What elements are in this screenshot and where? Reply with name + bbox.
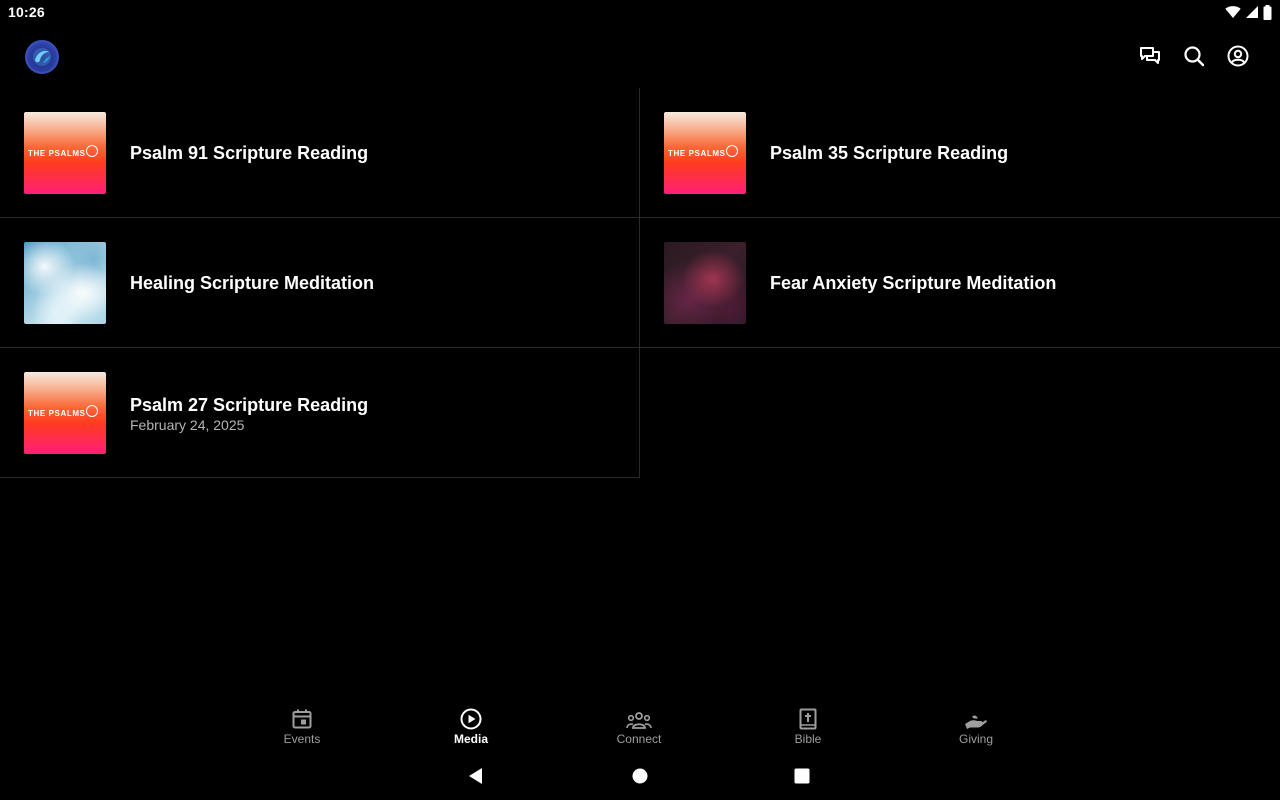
media-item-text: Psalm 91 Scripture Reading xyxy=(130,88,368,218)
calendar-icon xyxy=(291,704,313,730)
giving-hand-icon xyxy=(964,704,988,730)
nav-item-events[interactable]: Events xyxy=(247,696,357,752)
media-thumbnail xyxy=(664,242,746,324)
app-bar xyxy=(0,24,1280,88)
media-thumbnail: THE PSALMS xyxy=(24,112,106,194)
media-item[interactable]: Healing Scripture Meditation xyxy=(0,218,640,348)
chat-icon[interactable] xyxy=(1138,44,1162,68)
nav-label: Giving xyxy=(958,732,993,746)
account-circle-icon[interactable] xyxy=(1226,44,1250,68)
nav-item-connect[interactable]: Connect xyxy=(584,696,694,752)
thumbnail-label: THE PSALMS xyxy=(668,149,726,158)
status-bar: 10:26 xyxy=(0,0,1280,24)
groups-icon xyxy=(626,704,652,730)
media-thumbnail: THE PSALMS xyxy=(664,112,746,194)
thumbnail-label: THE PSALMS xyxy=(28,409,86,418)
media-item[interactable]: Fear Anxiety Scripture Meditation xyxy=(640,218,1280,348)
media-thumbnail: THE PSALMS xyxy=(24,372,106,454)
nav-label: Events xyxy=(283,732,321,746)
media-item[interactable]: THE PSALMS Psalm 35 Scripture Reading xyxy=(640,88,1280,218)
media-item-title: Fear Anxiety Scripture Meditation xyxy=(770,273,1057,293)
status-time: 10:26 xyxy=(8,4,45,20)
thumbnail-circle xyxy=(86,405,98,417)
nav-label: Connect xyxy=(616,732,662,746)
nav-label: Bible xyxy=(794,732,822,746)
media-item-text: Psalm 27 Scripture Reading February 24, … xyxy=(130,348,368,478)
app-logo[interactable] xyxy=(25,40,59,74)
media-item-title: Psalm 91 Scripture Reading xyxy=(130,143,369,163)
nav-item-bible[interactable]: Bible xyxy=(753,696,863,752)
media-item-title: Psalm 27 Scripture Reading xyxy=(130,394,369,415)
thumbnail-label: THE PSALMS xyxy=(28,149,86,158)
media-item[interactable]: THE PSALMS Psalm 91 Scripture Reading xyxy=(0,88,640,218)
cellular-signal-icon xyxy=(1245,5,1259,19)
bottom-navigation: Events Media Connect Bible Giving xyxy=(0,696,1280,752)
media-item-text: Healing Scripture Meditation xyxy=(130,218,374,348)
media-item-text: Fear Anxiety Scripture Meditation xyxy=(770,218,1056,348)
logo-mark-icon xyxy=(33,48,51,66)
system-navigation-bar xyxy=(0,752,1280,800)
search-icon[interactable] xyxy=(1182,44,1206,68)
play-circle-icon xyxy=(460,704,482,730)
thumbnail-circle xyxy=(726,145,738,157)
media-item-text: Psalm 35 Scripture Reading xyxy=(770,88,1008,218)
back-icon[interactable] xyxy=(466,766,486,786)
media-item[interactable]: THE PSALMS Psalm 27 Scripture Reading Fe… xyxy=(0,348,640,478)
nav-item-giving[interactable]: Giving xyxy=(921,696,1031,752)
media-item-title: Psalm 35 Scripture Reading xyxy=(770,143,1009,163)
media-item-date: February 24, 2025 xyxy=(130,416,245,433)
battery-icon xyxy=(1263,4,1272,20)
nav-item-media[interactable]: Media xyxy=(416,696,526,752)
thumbnail-circle xyxy=(86,145,98,157)
status-icons xyxy=(1225,4,1272,20)
wifi-icon xyxy=(1225,5,1241,19)
nav-label: Media xyxy=(453,732,488,746)
bible-icon xyxy=(799,704,817,730)
home-icon[interactable] xyxy=(630,766,650,786)
recents-icon[interactable] xyxy=(792,766,812,786)
media-item-title: Healing Scripture Meditation xyxy=(130,273,375,293)
media-thumbnail xyxy=(24,242,106,324)
